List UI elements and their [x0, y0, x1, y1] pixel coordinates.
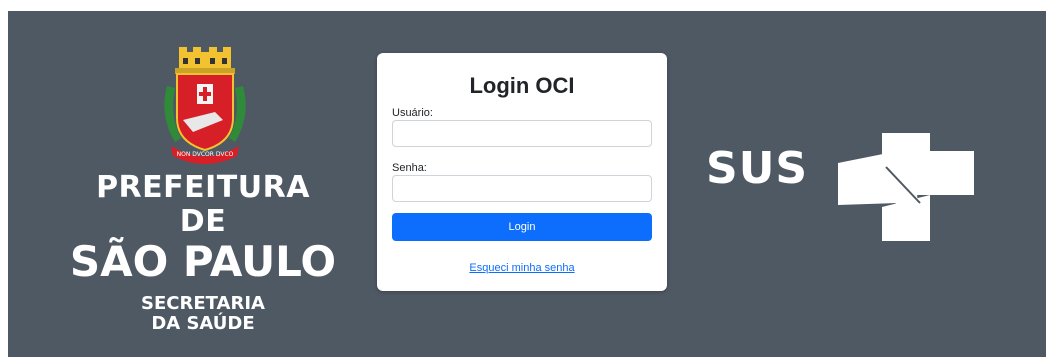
password-input[interactable] — [392, 175, 652, 202]
username-label: Usuário: — [392, 107, 433, 119]
login-button[interactable]: Login — [392, 213, 652, 241]
login-title: Login OCI — [469, 73, 575, 98]
logo-line-prefeitura: PREFEITURA DE — [96, 170, 310, 239]
sus-logo-text: SUS — [706, 143, 809, 194]
secretaria-saude-logo: PREFEITURA DE SÃO PAULO SECRETARIA DA SA… — [68, 171, 338, 334]
sao-paulo-coat-of-arms-icon: NON DVCOR DVCO — [164, 47, 246, 164]
password-label: Senha: — [392, 162, 427, 174]
forgot-password-link[interactable]: Esqueci minha senha — [377, 262, 667, 274]
logo-line-sao-paulo: SÃO PAULO — [69, 237, 337, 286]
login-page-background: NON DVCOR DVCO PREFEITURA DE SÃO PAULO S… — [8, 11, 1046, 357]
sus-cross-icon — [838, 133, 974, 241]
logo-line-secretaria: SECRETARIA — [141, 293, 265, 314]
motto-text: NON DVCOR DVCO — [177, 151, 234, 158]
username-input[interactable] — [392, 120, 652, 147]
login-card: Login OCI Usuário: Senha: Login Esqueci … — [377, 53, 667, 291]
logo-line-saude: DA SAÚDE — [151, 313, 255, 334]
